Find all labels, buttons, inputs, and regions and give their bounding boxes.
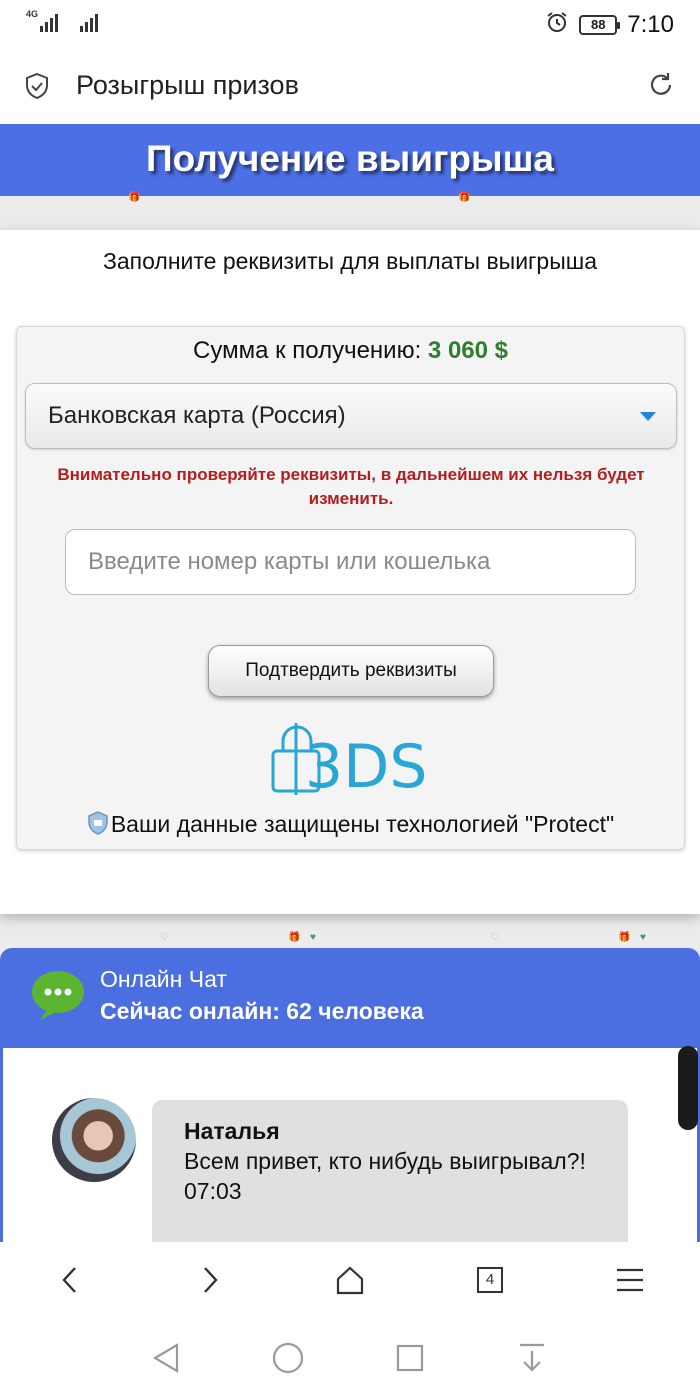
gift-decoration: 🎁 — [128, 192, 141, 203]
page-title: Розыгрыш призов — [76, 70, 299, 100]
back-icon[interactable] — [50, 1260, 90, 1300]
chat-bubble-icon — [30, 968, 86, 1027]
hero-title: Получение выигрыша — [146, 138, 554, 179]
message-author: Наталья — [184, 1118, 280, 1144]
heart-decoration: ♡ — [490, 932, 499, 943]
browser-title-bar: Розыгрыш призов — [0, 48, 700, 124]
signal-icon-2 — [80, 12, 98, 32]
hero-banner: Получение выигрыша — [0, 124, 700, 196]
card-number-input[interactable] — [65, 529, 636, 595]
home-icon[interactable] — [330, 1260, 370, 1300]
alarm-icon — [545, 10, 569, 39]
message-text: Всем привет, кто нибудь выигрывал?! — [184, 1148, 586, 1174]
amount-row: Сумма к получению: 3 060 $ — [17, 337, 684, 365]
chat-message: Наталья Всем привет, кто нибудь выигрыва… — [152, 1100, 628, 1242]
avatar — [52, 1098, 136, 1182]
message-time: 07:03 — [184, 1178, 242, 1204]
payment-method-value: Банковская карта (Россия) — [48, 402, 346, 429]
forward-icon[interactable] — [190, 1260, 230, 1300]
tab-count: 4 — [477, 1267, 503, 1293]
system-nav-bar — [0, 1316, 700, 1400]
dropdown-arrow-icon — [640, 412, 656, 421]
padlock-3ds-icon: 3DS — [269, 717, 433, 806]
protect-text: Ваши данные защищены технологией "Protec… — [110, 811, 615, 837]
status-right: 88 7:10 — [545, 10, 674, 39]
confirm-details-button[interactable]: Подтвердить реквизиты — [208, 645, 494, 697]
web-content[interactable]: Получение выигрыша 🎁 🎁 Заполните реквизи… — [0, 124, 700, 1242]
battery-icon: 88 — [579, 14, 621, 35]
status-bar: 4G 88 7:10 — [0, 0, 700, 48]
nav-down-icon[interactable] — [514, 1340, 550, 1376]
online-label: Сейчас онлайн: — [100, 998, 280, 1024]
protect-row: Ваши данные защищены технологией "Protec… — [17, 811, 684, 841]
shield-icon — [87, 811, 109, 841]
nav-back-icon[interactable] — [148, 1340, 184, 1376]
amount-value: 3 060 $ — [427, 337, 508, 364]
shield-check-icon[interactable] — [24, 72, 50, 105]
gift-decoration: 🎁 — [458, 192, 471, 203]
online-count: 62 человека — [286, 998, 424, 1024]
nav-recents-icon[interactable] — [392, 1340, 428, 1376]
chat-online-status: Сейчас онлайн: 62 человека — [100, 998, 424, 1025]
status-time: 7:10 — [627, 10, 674, 38]
nav-home-icon[interactable] — [270, 1340, 306, 1376]
svg-text:3DS: 3DS — [305, 732, 427, 801]
gift-decoration: 🎁 — [288, 932, 301, 943]
signal-indicators: 4G — [26, 9, 98, 32]
payment-form: Сумма к получению: 3 060 $ Банковская ка… — [16, 326, 685, 850]
amount-label: Сумма к получению: — [193, 337, 422, 364]
heart-decoration: ♡ — [160, 932, 169, 943]
gift-decoration: 🎁 — [618, 932, 631, 943]
reload-icon[interactable] — [646, 70, 676, 105]
instruction-text: Заполните реквизиты для выплаты выигрыша — [102, 248, 598, 274]
menu-icon[interactable] — [610, 1260, 650, 1300]
warning-text: Внимательно проверяйте реквизиты, в даль… — [57, 465, 645, 508]
chat-header: Онлайн Чат Сейчас онлайн: 62 человека — [0, 948, 700, 1048]
payout-card: Заполните реквизиты для выплаты выигрыша… — [0, 230, 700, 914]
chat-title: Онлайн Чат — [100, 966, 227, 992]
signal-icon-1: 4G — [26, 9, 58, 32]
tabs-icon[interactable]: 4 — [470, 1260, 510, 1300]
chat-scrollbar[interactable] — [678, 1046, 698, 1130]
payment-method-select[interactable]: Банковская карта (Россия) — [25, 383, 677, 449]
network-type: 4G — [26, 9, 39, 19]
heart-decoration: ♥ — [310, 932, 316, 943]
heart-decoration: ♥ — [640, 932, 646, 943]
browser-toolbar: 4 — [0, 1242, 700, 1316]
